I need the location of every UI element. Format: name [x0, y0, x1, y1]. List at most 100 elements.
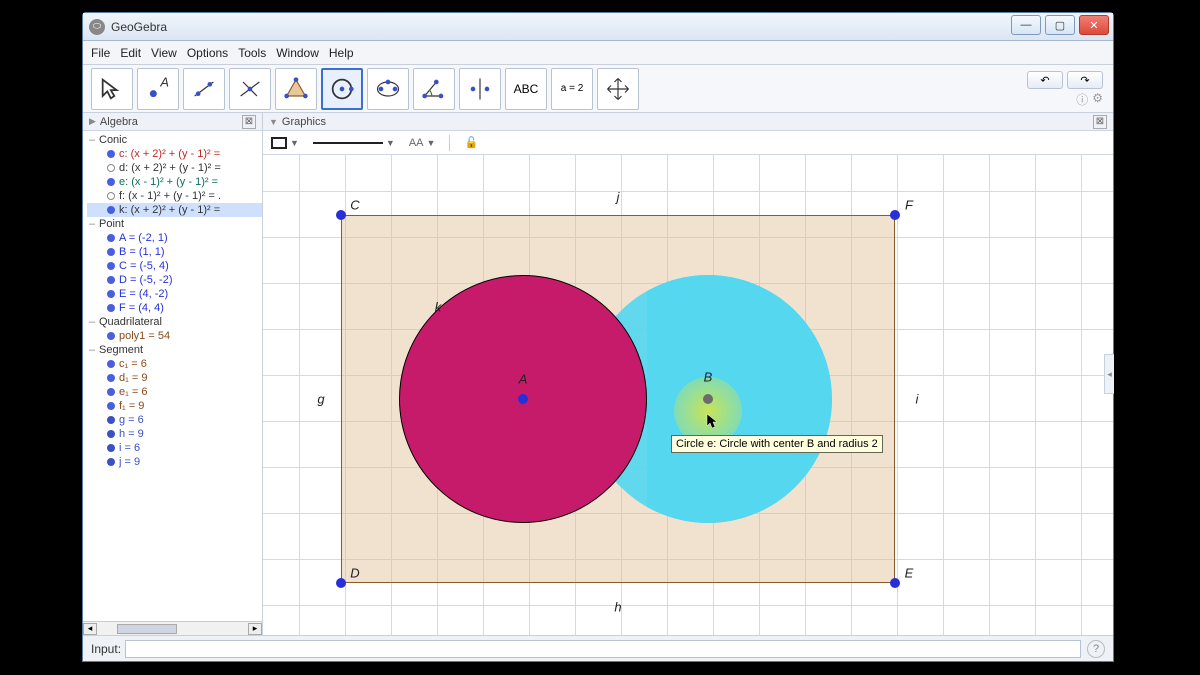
graphics-header[interactable]: ▼ Graphics ⊠ — [263, 113, 1113, 131]
menu-tools[interactable]: Tools — [238, 46, 266, 60]
tool-text[interactable]: ABC — [505, 68, 547, 110]
scroll-right-icon[interactable]: ▸ — [248, 623, 262, 635]
menu-window[interactable]: Window — [276, 46, 319, 60]
visibility-dot-icon[interactable] — [107, 388, 115, 396]
fill-style-picker[interactable]: ▼ — [271, 137, 299, 149]
algebra-item[interactable]: j = 9 — [87, 455, 262, 469]
close-icon[interactable]: ⊠ — [242, 115, 256, 129]
visibility-dot-icon[interactable] — [107, 234, 115, 242]
menu-options[interactable]: Options — [187, 46, 228, 60]
tool-slider[interactable]: a = 2 — [551, 68, 593, 110]
algebra-item[interactable]: d: (x + 2)² + (y - 1)² = — [87, 161, 262, 175]
menu-view[interactable]: View — [151, 46, 177, 60]
category-quadrilateral[interactable]: Quadrilateral — [87, 315, 262, 329]
algebra-item[interactable]: d₁ = 9 — [87, 371, 262, 385]
algebra-item[interactable]: A = (-2, 1) — [87, 231, 262, 245]
help-icon[interactable]: ? — [1087, 640, 1105, 658]
maximize-button[interactable]: ▢ — [1045, 15, 1075, 35]
visibility-dot-icon[interactable] — [107, 248, 115, 256]
visibility-dot-icon[interactable] — [107, 402, 115, 410]
point-F[interactable] — [890, 210, 900, 220]
point-E[interactable] — [890, 578, 900, 588]
font-size-picker[interactable]: AA▼ — [409, 137, 436, 149]
visibility-dot-icon[interactable] — [107, 430, 115, 438]
algebra-item[interactable]: g = 6 — [87, 413, 262, 427]
algebra-item[interactable]: c₁ = 6 — [87, 357, 262, 371]
visibility-dot-icon[interactable] — [107, 164, 115, 172]
tool-polygon[interactable] — [275, 68, 317, 110]
close-icon[interactable]: ⊠ — [1093, 115, 1107, 129]
minimize-button[interactable]: — — [1011, 15, 1041, 35]
algebra-item[interactable]: h = 9 — [87, 427, 262, 441]
help-icon[interactable]: ⓘ — [1076, 91, 1088, 108]
scroll-thumb[interactable] — [117, 624, 177, 634]
line-style-picker[interactable]: ▼ — [313, 138, 395, 148]
visibility-dot-icon[interactable] — [107, 206, 115, 214]
menu-edit[interactable]: Edit — [120, 46, 141, 60]
undo-button[interactable]: ↶ — [1027, 71, 1063, 89]
algebra-item[interactable]: f₁ = 9 — [87, 399, 262, 413]
category-point[interactable]: Point — [87, 217, 262, 231]
collapse-icon[interactable]: ▼ — [269, 117, 278, 127]
visibility-dot-icon[interactable] — [107, 304, 115, 312]
lock-icon[interactable]: 🔓 — [464, 136, 478, 149]
algebra-scrollbar[interactable]: ◂ ▸ — [83, 621, 262, 635]
visibility-dot-icon[interactable] — [107, 360, 115, 368]
algebra-item-label: c₁ = 6 — [119, 357, 147, 371]
visibility-dot-icon[interactable] — [107, 178, 115, 186]
side-expand-icon[interactable]: ◂ — [1104, 354, 1114, 394]
visibility-dot-icon[interactable] — [107, 458, 115, 466]
tool-angle[interactable] — [413, 68, 455, 110]
algebra-item[interactable]: e: (x - 1)² + (y - 1)² = — [87, 175, 262, 189]
tool-move[interactable] — [91, 68, 133, 110]
visibility-dot-icon[interactable] — [107, 262, 115, 270]
point-D[interactable] — [336, 578, 346, 588]
visibility-dot-icon[interactable] — [107, 150, 115, 158]
input-field[interactable] — [125, 640, 1081, 658]
tool-reflect[interactable] — [459, 68, 501, 110]
tool-move-view[interactable] — [597, 68, 639, 110]
algebra-item[interactable]: i = 6 — [87, 441, 262, 455]
algebra-header[interactable]: ▶ Algebra ⊠ — [83, 113, 262, 131]
close-button[interactable]: ✕ — [1079, 15, 1109, 35]
visibility-dot-icon[interactable] — [107, 444, 115, 452]
tool-circle[interactable] — [321, 68, 363, 110]
graphics-canvas[interactable]: ABCDEFghijkCircle e: Circle with center … — [263, 155, 1113, 635]
point-A[interactable] — [518, 394, 528, 404]
algebra-item[interactable]: D = (-5, -2) — [87, 273, 262, 287]
algebra-tree[interactable]: Conicc: (x + 2)² + (y - 1)² =d: (x + 2)²… — [83, 131, 262, 621]
algebra-item[interactable]: k: (x + 2)² + (y - 1)² = — [87, 203, 262, 217]
category-segment[interactable]: Segment — [87, 343, 262, 357]
visibility-dot-icon[interactable] — [107, 290, 115, 298]
visibility-dot-icon[interactable] — [107, 192, 115, 200]
algebra-item[interactable]: B = (1, 1) — [87, 245, 262, 259]
algebra-item[interactable]: c: (x + 2)² + (y - 1)² = — [87, 147, 262, 161]
tool-line[interactable] — [183, 68, 225, 110]
settings-icon[interactable]: ⚙ — [1092, 91, 1103, 108]
tool-perpendicular[interactable] — [229, 68, 271, 110]
algebra-item[interactable]: f: (x - 1)² + (y - 1)² = . — [87, 189, 262, 203]
category-conic[interactable]: Conic — [87, 133, 262, 147]
algebra-item[interactable]: poly1 = 54 — [87, 329, 262, 343]
menu-file[interactable]: File — [91, 46, 110, 60]
rect-icon — [271, 137, 287, 149]
titlebar[interactable]: ⬭ GeoGebra — ▢ ✕ — [83, 13, 1113, 41]
algebra-item-label: i = 6 — [119, 441, 140, 455]
point-C[interactable] — [336, 210, 346, 220]
menu-help[interactable]: Help — [329, 46, 354, 60]
visibility-dot-icon[interactable] — [107, 374, 115, 382]
scroll-left-icon[interactable]: ◂ — [83, 623, 97, 635]
point-B[interactable] — [703, 394, 713, 404]
collapse-icon[interactable]: ▶ — [89, 116, 96, 127]
redo-button[interactable]: ↷ — [1067, 71, 1103, 89]
visibility-dot-icon[interactable] — [107, 416, 115, 424]
algebra-item[interactable]: E = (4, -2) — [87, 287, 262, 301]
input-bar: Input: ? — [83, 635, 1113, 661]
tool-ellipse[interactable] — [367, 68, 409, 110]
tool-point[interactable]: A — [137, 68, 179, 110]
algebra-item[interactable]: C = (-5, 4) — [87, 259, 262, 273]
visibility-dot-icon[interactable] — [107, 332, 115, 340]
algebra-item[interactable]: F = (4, 4) — [87, 301, 262, 315]
algebra-item[interactable]: e₁ = 6 — [87, 385, 262, 399]
visibility-dot-icon[interactable] — [107, 276, 115, 284]
